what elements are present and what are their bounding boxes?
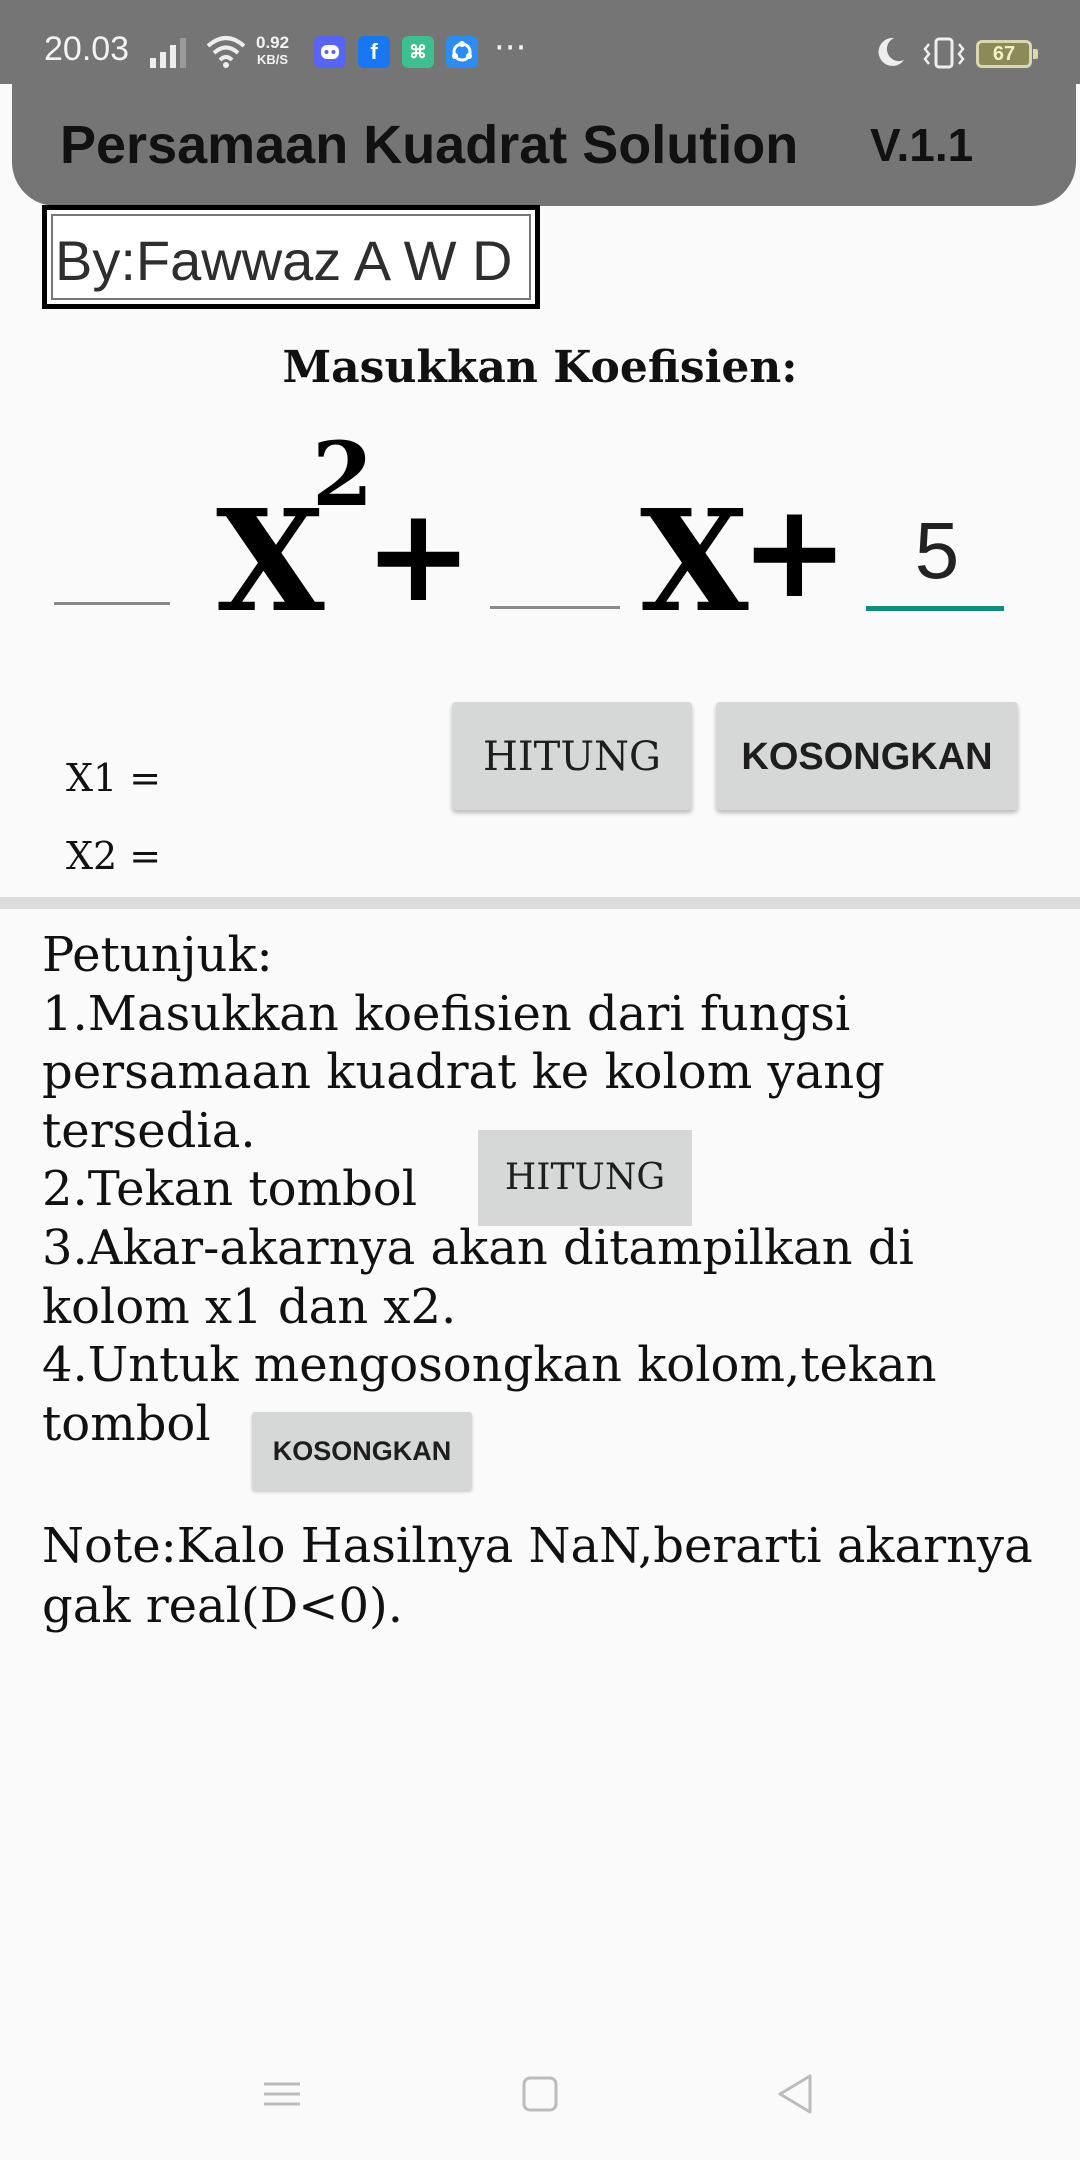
net-speed: 0.92 KB/S [256, 34, 289, 68]
app-version: V.1.1 [870, 119, 974, 171]
coefficient-c-input[interactable] [866, 502, 1008, 600]
instructions-heading: Petunjuk: [42, 927, 273, 983]
sync-app-icon [446, 36, 478, 68]
signal-icon [150, 38, 186, 68]
coefficient-b-underline [490, 606, 620, 609]
home-nav-icon[interactable] [510, 2064, 570, 2124]
x1-result: X1 = [66, 756, 161, 800]
coefficient-c-underline-focused [866, 606, 1004, 611]
coefficient-a-underline [54, 602, 170, 605]
instruction-kosongkan-button: KOSONGKAN [252, 1412, 472, 1490]
more-notifications-icon: ··· [494, 28, 527, 68]
kosongkan-button[interactable]: KOSONGKAN [716, 702, 1018, 810]
x1-label: X1 = [66, 756, 162, 800]
x2-result: X2 = [66, 834, 161, 878]
back-nav-icon[interactable] [766, 2064, 826, 2124]
battery-icon: 67 [976, 40, 1038, 68]
app-title: Persamaan Kuadrat Solution [60, 115, 799, 175]
instruction-step-3: 3.Akar-akarnya akan ditampilkan di kolom… [42, 1219, 914, 1335]
moon-icon [878, 37, 904, 66]
x2-label: X2 = [66, 834, 162, 878]
instruction-hitung-button: HITUNG [478, 1130, 692, 1226]
net-speed-value: 0.92 [256, 33, 290, 52]
app-bar: Persamaan Kuadrat Solution V.1.1 [12, 84, 1076, 206]
net-speed-unit: KB/S [257, 52, 289, 67]
instruction-step-4: 4.Untuk mengosongkan kolom,tekan tombol [42, 1337, 937, 1452]
section-divider [0, 897, 1080, 909]
plus-sign-1: + [364, 479, 473, 631]
coefficient-b-input[interactable] [490, 526, 624, 608]
shop-app-icon: ⌘ [402, 36, 434, 68]
coefficient-a-input[interactable] [54, 522, 174, 604]
x-squared-variable: X [216, 480, 325, 644]
facebook-icon: f [358, 36, 390, 68]
vibrate-icon [923, 37, 965, 69]
hitung-button[interactable]: HITUNG [452, 702, 692, 810]
plus-sign-2: + [740, 475, 849, 627]
status-bar: 20.03 0.92 KB/S f ⌘ ··· 67 [0, 0, 1080, 84]
menu-nav-icon[interactable] [252, 2064, 312, 2124]
status-time: 20.03 [44, 30, 130, 68]
x-variable: X [640, 480, 749, 644]
discord-icon [314, 36, 346, 68]
author-box: By:Fawwaz A W D [42, 205, 540, 309]
nan-note: Note:Kalo Hasilnya NaN,berarti akarnya g… [42, 1518, 1033, 1634]
wifi-icon [206, 36, 246, 68]
enter-coefficient-label: Masukkan Koefisien: [282, 342, 798, 393]
navigation-bar [0, 2024, 1080, 2160]
author-label: By:Fawwaz A W D [55, 229, 513, 292]
